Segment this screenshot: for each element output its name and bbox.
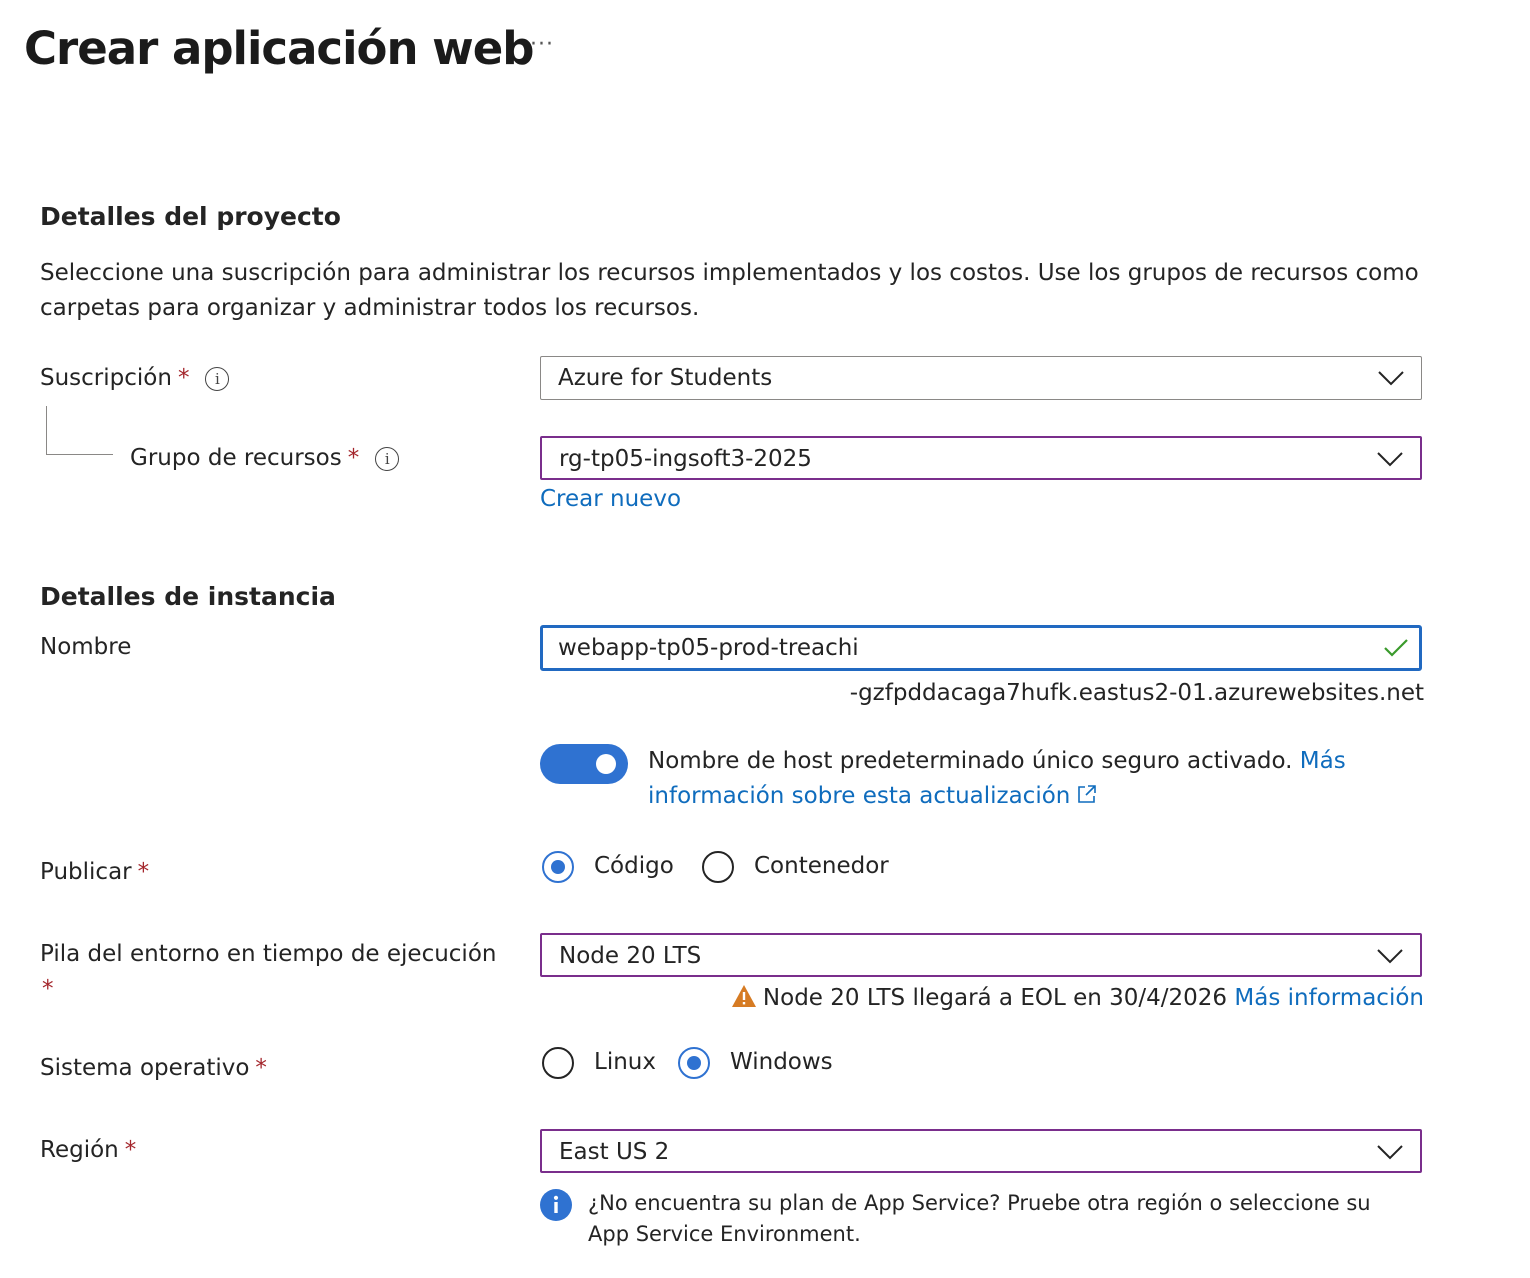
domain-suffix: -gzfpddacaga7hufk.eastus2-01.azurewebsit… xyxy=(849,680,1424,706)
external-link-icon xyxy=(1078,785,1097,803)
subscription-dropdown[interactable]: Azure for Students xyxy=(540,356,1422,400)
project-details-description: Seleccione una suscripción para administ… xyxy=(40,260,1419,321)
chevron-down-icon xyxy=(1377,949,1403,964)
secure-hostname-text: Nombre de host predeterminado único segu… xyxy=(648,744,1408,814)
info-icon[interactable]: i xyxy=(205,367,230,391)
resource-group-label-text: Grupo de recursos xyxy=(130,445,342,471)
os-windows-label[interactable]: Windows xyxy=(730,1049,833,1075)
info-icon[interactable]: i xyxy=(375,447,400,471)
runtime-stack-label: Pila del entorno en tiempo de ejecución xyxy=(40,941,497,967)
runtime-stack-value: Node 20 LTS xyxy=(559,943,702,969)
page-title: Crear aplicación web xyxy=(24,22,534,75)
checkmark-icon xyxy=(1384,639,1408,657)
os-linux-label[interactable]: Linux xyxy=(594,1049,656,1075)
secure-hostname-toggle[interactable] xyxy=(540,744,628,784)
required-marker: * xyxy=(255,1055,267,1081)
region-label-text: Región xyxy=(40,1137,119,1163)
os-linux-radio[interactable] xyxy=(542,1047,574,1079)
required-marker: * xyxy=(347,445,360,471)
subscription-label-text: Suscripción xyxy=(40,365,172,391)
project-details-heading: Detalles del proyecto xyxy=(40,202,341,231)
runtime-required-marker: * xyxy=(42,976,54,1002)
tree-connector xyxy=(46,406,113,455)
resource-group-value: rg-tp05-ingsoft3-2025 xyxy=(559,446,812,472)
runtime-stack-dropdown[interactable]: Node 20 LTS xyxy=(540,933,1422,977)
publish-container-radio[interactable] xyxy=(702,851,734,883)
region-dropdown[interactable]: East US 2 xyxy=(540,1129,1422,1173)
name-input-value: webapp-tp05-prod-treachi xyxy=(558,635,859,661)
os-label: Sistema operativo * xyxy=(40,1055,267,1081)
create-new-resource-group-link[interactable]: Crear nuevo xyxy=(540,486,681,512)
runtime-more-info-link[interactable]: Más información xyxy=(1234,985,1424,1011)
publish-code-label[interactable]: Código xyxy=(594,853,674,879)
secure-hostname-message: Nombre de host predeterminado único segu… xyxy=(648,748,1293,774)
region-note: ¿No encuentra su plan de App Service? Pr… xyxy=(588,1191,1371,1246)
clipped-breadcrumb-fragment xyxy=(118,0,188,2)
publish-code-radio[interactable] xyxy=(542,851,574,883)
name-input[interactable]: webapp-tp05-prod-treachi xyxy=(540,625,1422,671)
runtime-eol-warning-text: Node 20 LTS llegará a EOL en 30/4/2026 xyxy=(762,985,1228,1011)
subscription-label: Suscripción * i xyxy=(40,365,230,391)
region-label: Región * xyxy=(40,1137,136,1163)
required-marker: * xyxy=(124,1137,137,1163)
more-options-icon[interactable]: ··· xyxy=(530,32,554,57)
resource-group-label: Grupo de recursos * i xyxy=(130,445,400,471)
info-filled-icon xyxy=(540,1189,572,1221)
subscription-value: Azure for Students xyxy=(558,365,773,391)
publish-label-text: Publicar xyxy=(40,859,132,885)
publish-label: Publicar * xyxy=(40,859,149,885)
chevron-down-icon xyxy=(1378,371,1404,386)
runtime-eol-warning: Node 20 LTS llegará a EOL en 30/4/2026 M… xyxy=(731,984,1424,1011)
chevron-down-icon xyxy=(1377,452,1403,467)
required-marker: * xyxy=(137,859,150,885)
region-value: East US 2 xyxy=(559,1139,670,1165)
os-windows-radio[interactable] xyxy=(678,1047,710,1079)
name-label: Nombre xyxy=(40,634,132,660)
chevron-down-icon xyxy=(1377,1145,1403,1160)
toggle-knob xyxy=(596,754,616,774)
publish-container-label[interactable]: Contenedor xyxy=(754,853,889,879)
instance-details-heading: Detalles de instancia xyxy=(40,582,336,611)
resource-group-dropdown[interactable]: rg-tp05-ingsoft3-2025 xyxy=(540,436,1422,480)
required-marker: * xyxy=(177,365,190,391)
warning-icon xyxy=(731,985,756,1007)
os-label-text: Sistema operativo xyxy=(40,1055,250,1081)
